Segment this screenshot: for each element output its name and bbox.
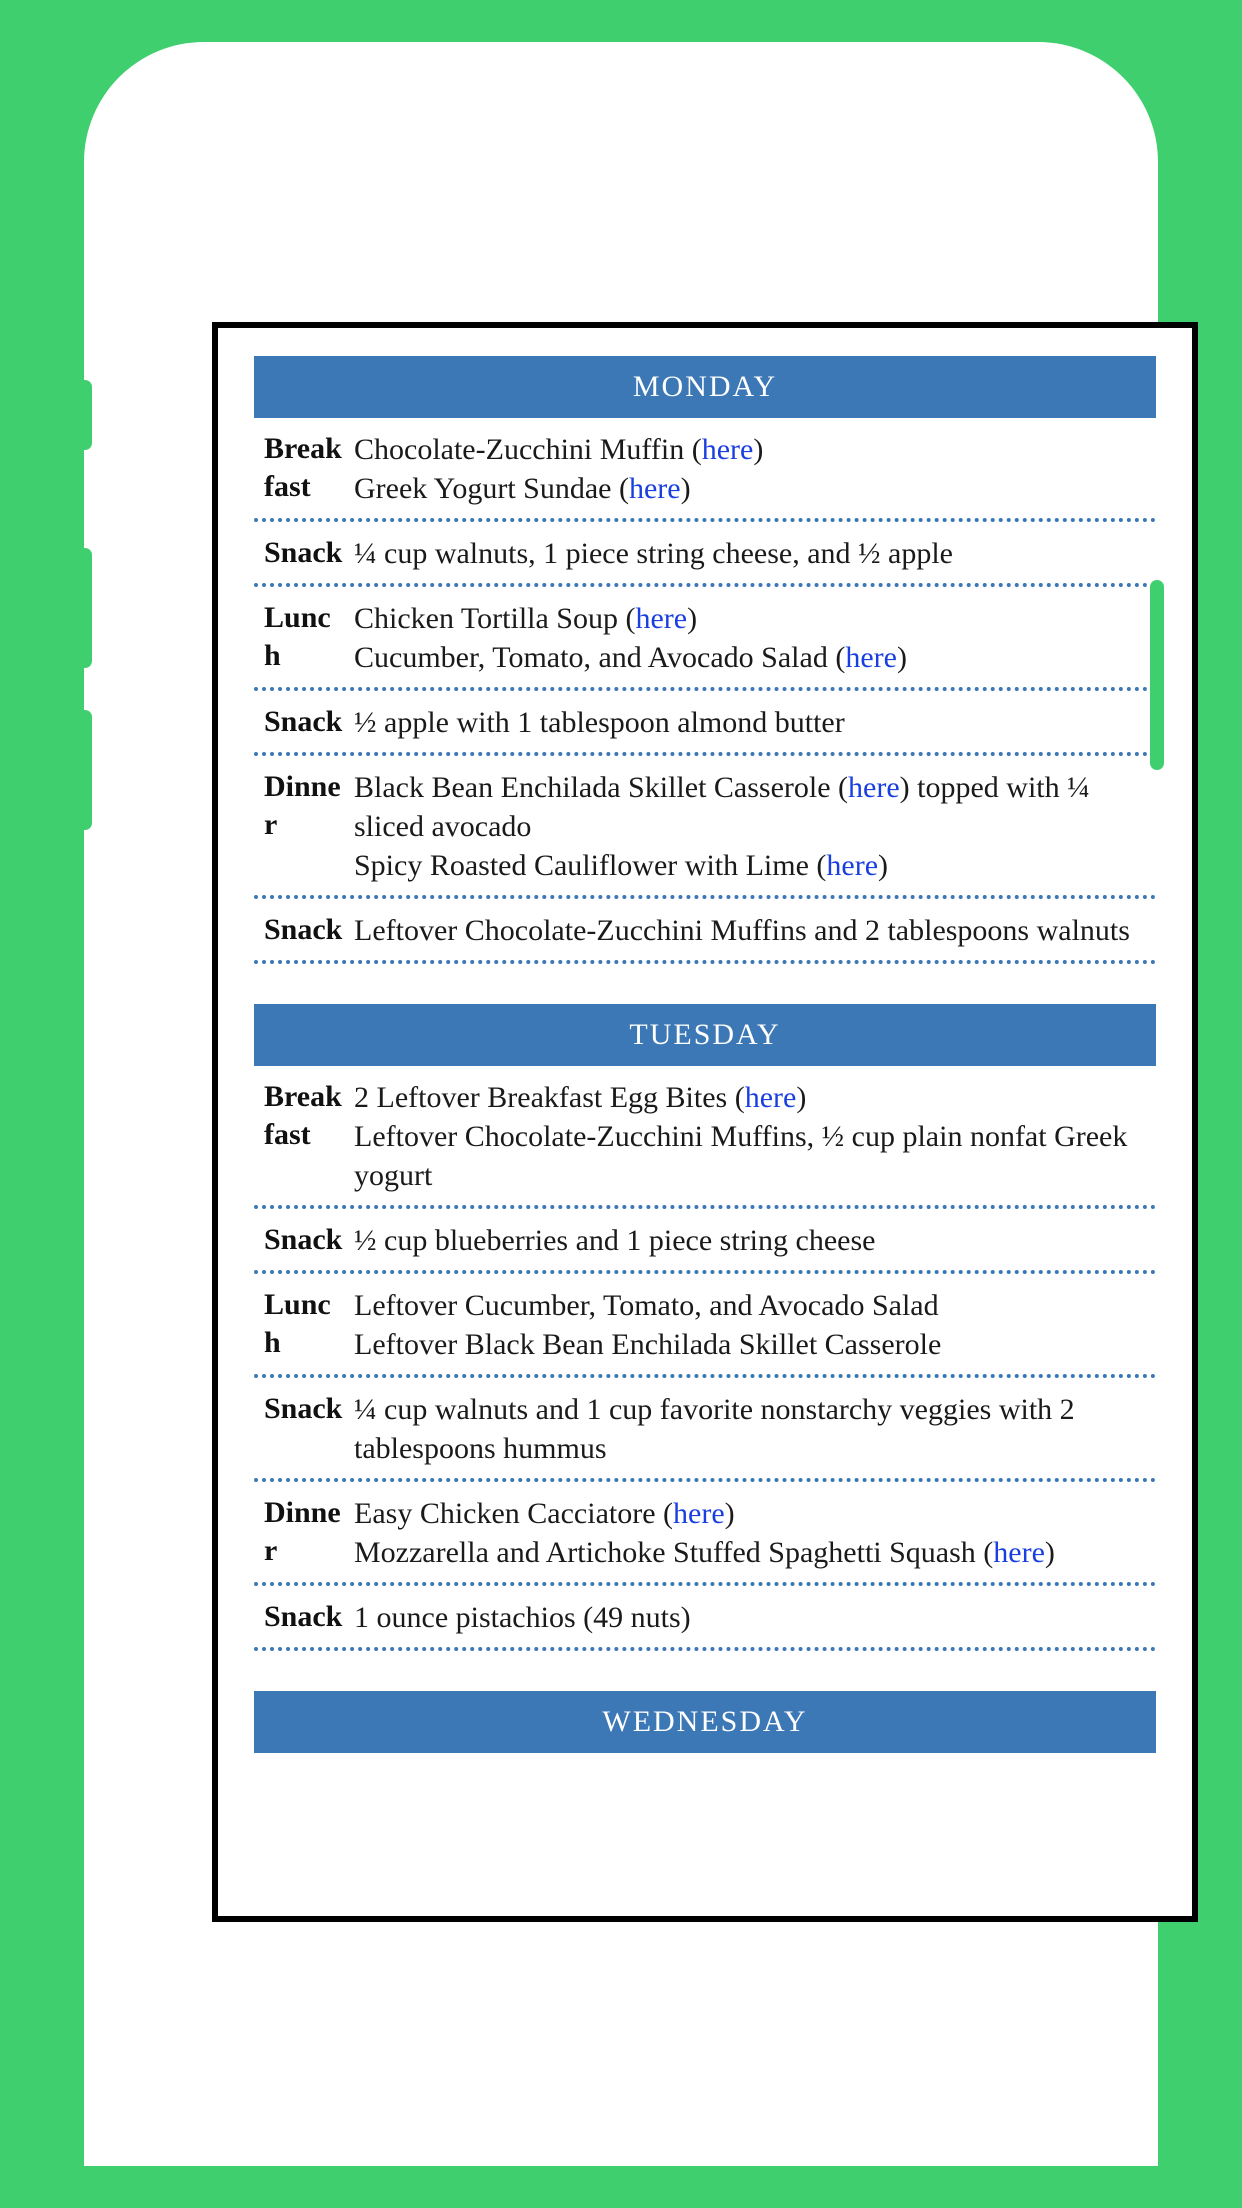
meal-text: 1 ounce pistachios (49 nuts) xyxy=(354,1601,691,1634)
phone-frame: MONDAYBreakfastChocolate-Zucchini Muffin… xyxy=(84,42,1158,2166)
meal-content: Black Bean Enchilada Skillet Casserole (… xyxy=(354,768,1156,885)
meal-line: Leftover Cucumber, Tomato, and Avocado S… xyxy=(354,1286,1156,1325)
meal-line: Black Bean Enchilada Skillet Casserole (… xyxy=(354,768,1156,846)
phone-side-button xyxy=(1150,580,1164,770)
meal-text: ) xyxy=(753,433,763,466)
meal-row: SnackLeftover Chocolate-Zucchini Muffins… xyxy=(254,899,1156,964)
recipe-link[interactable]: here xyxy=(745,1081,797,1114)
meal-text: Cucumber, Tomato, and Avocado Salad ( xyxy=(354,641,845,674)
day-header: WEDNESDAY xyxy=(254,1691,1156,1753)
screen: MONDAYBreakfastChocolate-Zucchini Muffin… xyxy=(212,322,1198,1922)
meal-line: Leftover Black Bean Enchilada Skillet Ca… xyxy=(354,1325,1156,1364)
meal-row: BreakfastChocolate-Zucchini Muffin (here… xyxy=(254,418,1156,522)
phone-side-button xyxy=(78,548,92,668)
meal-text: Chicken Tortilla Soup ( xyxy=(354,602,635,635)
meal-content: 2 Leftover Breakfast Egg Bites (here)Lef… xyxy=(354,1078,1156,1195)
meal-line: Chicken Tortilla Soup (here) xyxy=(354,599,1156,638)
meal-row: Breakfast2 Leftover Breakfast Egg Bites … xyxy=(254,1066,1156,1209)
recipe-link[interactable]: here xyxy=(826,849,878,882)
meal-content: ¼ cup walnuts, 1 piece string cheese, an… xyxy=(354,534,1156,573)
meal-content: ½ cup blueberries and 1 piece string che… xyxy=(354,1221,1156,1260)
meal-content: Leftover Chocolate-Zucchini Muffins and … xyxy=(354,911,1156,950)
recipe-link[interactable]: here xyxy=(635,602,687,635)
meal-content: ¼ cup walnuts and 1 cup favorite nonstar… xyxy=(354,1390,1156,1468)
meal-line: Cucumber, Tomato, and Avocado Salad (her… xyxy=(354,638,1156,677)
meal-row: LunchLeftover Cucumber, Tomato, and Avoc… xyxy=(254,1274,1156,1378)
meal-text: Greek Yogurt Sundae ( xyxy=(354,472,629,505)
meal-row: DinnerEasy Chicken Cacciatore (here)Mozz… xyxy=(254,1482,1156,1586)
day-header: MONDAY xyxy=(254,356,1156,418)
meal-text: Leftover Cucumber, Tomato, and Avocado S… xyxy=(354,1289,939,1322)
meal-content: Leftover Cucumber, Tomato, and Avocado S… xyxy=(354,1286,1156,1364)
meal-content: 1 ounce pistachios (49 nuts) xyxy=(354,1598,1156,1637)
meal-text: ½ cup blueberries and 1 piece string che… xyxy=(354,1224,875,1257)
meal-content: ½ apple with 1 tablespoon almond butter xyxy=(354,703,1156,742)
meal-label: Snack xyxy=(254,1598,354,1637)
meal-text: 2 Leftover Breakfast Egg Bites ( xyxy=(354,1081,745,1114)
meal-text: ) xyxy=(897,641,907,674)
meal-line: Mozzarella and Artichoke Stuffed Spaghet… xyxy=(354,1533,1156,1572)
meal-row: Snack½ apple with 1 tablespoon almond bu… xyxy=(254,691,1156,756)
meal-line: ½ cup blueberries and 1 piece string che… xyxy=(354,1221,1156,1260)
meal-text: Spicy Roasted Cauliflower with Lime ( xyxy=(354,849,826,882)
meal-line: 1 ounce pistachios (49 nuts) xyxy=(354,1598,1156,1637)
meal-text: Leftover Black Bean Enchilada Skillet Ca… xyxy=(354,1328,941,1361)
meal-text: ) xyxy=(1045,1536,1055,1569)
meal-label: Snack xyxy=(254,534,354,573)
meal-line: Leftover Chocolate-Zucchini Muffins and … xyxy=(354,911,1156,950)
meal-line: 2 Leftover Breakfast Egg Bites (here) xyxy=(354,1078,1156,1117)
meal-text: Leftover Chocolate-Zucchini Muffins and … xyxy=(354,914,1130,947)
meal-label: Snack xyxy=(254,1390,354,1468)
meal-row: Snack¼ cup walnuts, 1 piece string chees… xyxy=(254,522,1156,587)
recipe-link[interactable]: here xyxy=(993,1536,1045,1569)
meal-label: Dinner xyxy=(254,768,354,885)
meal-text: ) xyxy=(878,849,888,882)
recipe-link[interactable]: here xyxy=(845,641,897,674)
phone-side-button xyxy=(78,710,92,830)
meal-line: Leftover Chocolate-Zucchini Muffins, ½ c… xyxy=(354,1117,1156,1195)
meal-content: Easy Chicken Cacciatore (here)Mozzarella… xyxy=(354,1494,1156,1572)
meal-label: Snack xyxy=(254,703,354,742)
meal-text: ) xyxy=(681,472,691,505)
meal-content: Chocolate-Zucchini Muffin (here)Greek Yo… xyxy=(354,430,1156,508)
meal-line: ¼ cup walnuts and 1 cup favorite nonstar… xyxy=(354,1390,1156,1468)
meal-text: ½ apple with 1 tablespoon almond butter xyxy=(354,706,845,739)
meal-line: Greek Yogurt Sundae (here) xyxy=(354,469,1156,508)
meal-text: ¼ cup walnuts and 1 cup favorite nonstar… xyxy=(354,1393,1075,1465)
meal-line: Spicy Roasted Cauliflower with Lime (her… xyxy=(354,846,1156,885)
meal-label: Breakfast xyxy=(254,430,354,508)
meal-row: DinnerBlack Bean Enchilada Skillet Casse… xyxy=(254,756,1156,899)
meal-label: Lunch xyxy=(254,599,354,677)
meal-text: ) xyxy=(796,1081,806,1114)
meal-text: Chocolate-Zucchini Muffin ( xyxy=(354,433,702,466)
meal-text: Leftover Chocolate-Zucchini Muffins, ½ c… xyxy=(354,1120,1127,1192)
meal-text: ) xyxy=(725,1497,735,1530)
meal-row: Snack1 ounce pistachios (49 nuts) xyxy=(254,1586,1156,1651)
meal-row: LunchChicken Tortilla Soup (here)Cucumbe… xyxy=(254,587,1156,691)
meal-label: Breakfast xyxy=(254,1078,354,1195)
meal-text: Black Bean Enchilada Skillet Casserole ( xyxy=(354,771,848,804)
recipe-link[interactable]: here xyxy=(673,1497,725,1530)
phone-side-button xyxy=(78,380,92,450)
recipe-link[interactable]: here xyxy=(702,433,754,466)
meal-text: ) xyxy=(687,602,697,635)
meal-text: ¼ cup walnuts, 1 piece string cheese, an… xyxy=(354,537,953,570)
meal-text: Mozzarella and Artichoke Stuffed Spaghet… xyxy=(354,1536,993,1569)
meal-row: Snack½ cup blueberries and 1 piece strin… xyxy=(254,1209,1156,1274)
meal-line: Chocolate-Zucchini Muffin (here) xyxy=(354,430,1156,469)
meal-label: Snack xyxy=(254,1221,354,1260)
meal-line: ¼ cup walnuts, 1 piece string cheese, an… xyxy=(354,534,1156,573)
recipe-link[interactable]: here xyxy=(629,472,681,505)
meal-label: Snack xyxy=(254,911,354,950)
meal-line: Easy Chicken Cacciatore (here) xyxy=(354,1494,1156,1533)
meal-label: Dinner xyxy=(254,1494,354,1572)
day-header: TUESDAY xyxy=(254,1004,1156,1066)
meal-text: Easy Chicken Cacciatore ( xyxy=(354,1497,673,1530)
recipe-link[interactable]: here xyxy=(848,771,900,804)
meal-content: Chicken Tortilla Soup (here)Cucumber, To… xyxy=(354,599,1156,677)
meal-line: ½ apple with 1 tablespoon almond butter xyxy=(354,703,1156,742)
meal-row: Snack¼ cup walnuts and 1 cup favorite no… xyxy=(254,1378,1156,1482)
meal-label: Lunch xyxy=(254,1286,354,1364)
